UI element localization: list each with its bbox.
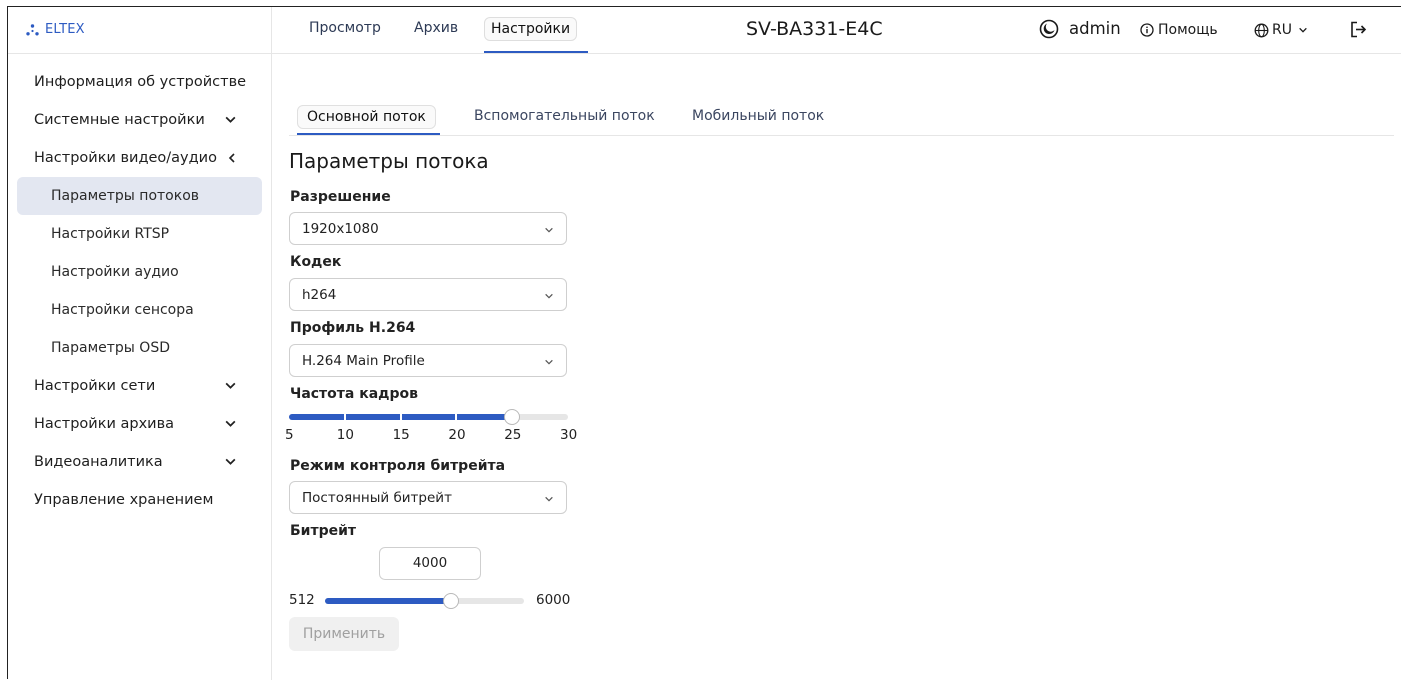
sidebar-nav: Информация об устройстве Системные настр… <box>8 63 271 519</box>
bitrate-mode-select[interactable]: Постоянный битрейт <box>289 481 567 514</box>
bitrate-slider-thumb[interactable] <box>443 593 460 609</box>
sidebar-item-video-audio[interactable]: Настройки видео/аудио <box>8 139 271 177</box>
globe-icon <box>1254 23 1269 37</box>
framerate-tick-label: 5 <box>285 427 294 443</box>
sidebar-item-label: Настройки архива <box>34 416 175 432</box>
framerate-tick-label: 15 <box>392 427 410 443</box>
tab-settings[interactable]: Настройки <box>484 17 578 41</box>
bitrate-mode-value: Постоянный битрейт <box>302 489 452 506</box>
chevron-down-icon <box>225 420 236 427</box>
sidebar-subitem-stream-params[interactable]: Параметры потоков <box>17 177 262 215</box>
sidebar-item-label: Управление хранением <box>34 492 214 508</box>
chevron-down-icon <box>1299 27 1307 33</box>
sidebar-subitem-audio[interactable]: Настройки аудио <box>17 253 262 291</box>
chevron-down-icon <box>225 458 236 465</box>
sidebar-item-label: Настройки сети <box>34 378 156 394</box>
apply-button[interactable]: Применить <box>289 617 399 651</box>
bitrate-mode-label: Режим контроля битрейта <box>290 458 506 474</box>
tab-view[interactable]: Просмотр <box>303 17 387 39</box>
info-icon <box>1140 23 1154 37</box>
sidebar-item-network[interactable]: Настройки сети <box>8 367 271 405</box>
chevron-down-icon <box>545 293 553 299</box>
main-content: Основной поток Вспомогательный поток Моб… <box>271 53 1401 680</box>
tab-mobile-stream[interactable]: Мобильный поток <box>683 105 833 127</box>
chevron-down-icon <box>225 382 236 389</box>
framerate-tick-label: 10 <box>336 427 354 443</box>
bitrate-input[interactable]: 4000 <box>379 547 481 580</box>
sidebar-subitem-rtsp[interactable]: Настройки RTSP <box>17 215 262 253</box>
sidebar-subitem-label: Настройки RTSP <box>51 226 170 242</box>
sidebar-item-label: Видеоаналитика <box>34 454 163 470</box>
framerate-slider-thumb[interactable] <box>504 409 521 425</box>
theme-toggle[interactable] <box>1039 19 1059 39</box>
framerate-tick-label: 30 <box>560 427 578 443</box>
profile-value: H.264 Main Profile <box>302 352 425 369</box>
brand-name: ELTEX <box>45 22 85 37</box>
bitrate-max-label: 6000 <box>536 592 571 608</box>
sidebar-subitem-label: Настройки сенсора <box>51 302 194 318</box>
profile-label: Профиль H.264 <box>290 320 416 336</box>
language-label: RU <box>1272 22 1292 38</box>
moon-icon <box>1039 19 1059 39</box>
resolution-label: Разрешение <box>290 189 391 205</box>
bitrate-min-label: 512 <box>289 592 315 608</box>
bitrate-label: Битрейт <box>290 523 357 539</box>
username[interactable]: admin <box>1069 19 1121 38</box>
sidebar-item-video-analytics[interactable]: Видеоаналитика <box>8 443 271 481</box>
framerate-tick-label: 20 <box>448 427 466 443</box>
sidebar-item-system-settings[interactable]: Системные настройки <box>8 101 271 139</box>
sidebar-subitem-osd[interactable]: Параметры OSD <box>17 329 262 367</box>
logout-icon <box>1351 21 1367 38</box>
sidebar-subitem-label: Параметры OSD <box>51 340 170 356</box>
language-selector[interactable]: RU <box>1254 22 1308 38</box>
tab-main-stream[interactable]: Основной поток <box>297 105 436 129</box>
sidebar-item-archive[interactable]: Настройки архива <box>8 405 271 443</box>
sidebar-item-storage[interactable]: Управление хранением <box>8 481 271 519</box>
top-bar: Просмотр Архив Настройки SV-BA331-E4C ad… <box>271 7 1401 54</box>
sidebar-item-device-info[interactable]: Информация об устройстве <box>8 63 271 101</box>
chevron-down-icon <box>225 116 236 123</box>
help-label: Помощь <box>1158 22 1218 38</box>
help-link[interactable]: Помощь <box>1140 22 1218 38</box>
chevron-left-icon <box>228 153 235 163</box>
resolution-value: 1920x1080 <box>302 220 379 237</box>
chevron-down-icon <box>545 496 553 502</box>
sidebar: ELTEX Информация об устройстве Системные… <box>8 7 272 680</box>
codec-select[interactable]: h264 <box>289 278 567 311</box>
resolution-select[interactable]: 1920x1080 <box>289 212 567 245</box>
stream-tabs: Основной поток Вспомогательный поток Моб… <box>289 99 1394 136</box>
framerate-tick-mark <box>399 414 402 420</box>
app-window: ELTEX Информация об устройстве Системные… <box>7 6 1401 680</box>
brand-logo[interactable]: ELTEX <box>26 22 85 37</box>
eltex-logo-icon <box>26 23 39 35</box>
chevron-down-icon <box>545 359 553 365</box>
sidebar-subitem-label: Параметры потоков <box>51 188 200 204</box>
active-subtab-indicator <box>297 133 440 135</box>
framerate-tick-mark <box>455 414 458 420</box>
sidebar-subitem-sensor[interactable]: Настройки сенсора <box>17 291 262 329</box>
sidebar-item-label: Настройки видео/аудио <box>34 150 217 166</box>
device-name: SV-BA331-E4C <box>746 18 883 40</box>
framerate-tick-label: 25 <box>504 427 522 443</box>
chevron-down-icon <box>545 227 553 233</box>
logo-row: ELTEX <box>8 7 271 54</box>
section-title: Параметры потока <box>289 149 489 173</box>
logout-button[interactable] <box>1349 20 1368 39</box>
framerate-label: Частота кадров <box>290 386 418 402</box>
sidebar-item-label: Информация об устройстве <box>34 74 247 90</box>
codec-value: h264 <box>302 286 337 303</box>
sidebar-item-label: Системные настройки <box>34 112 205 128</box>
tab-archive[interactable]: Архив <box>408 17 464 39</box>
framerate-tick-mark <box>343 414 346 420</box>
codec-label: Кодек <box>290 254 342 270</box>
profile-select[interactable]: H.264 Main Profile <box>289 344 567 377</box>
bitrate-slider-fill <box>325 598 452 604</box>
tab-sub-stream[interactable]: Вспомогательный поток <box>465 105 664 127</box>
sidebar-subitem-label: Настройки аудио <box>51 264 179 280</box>
